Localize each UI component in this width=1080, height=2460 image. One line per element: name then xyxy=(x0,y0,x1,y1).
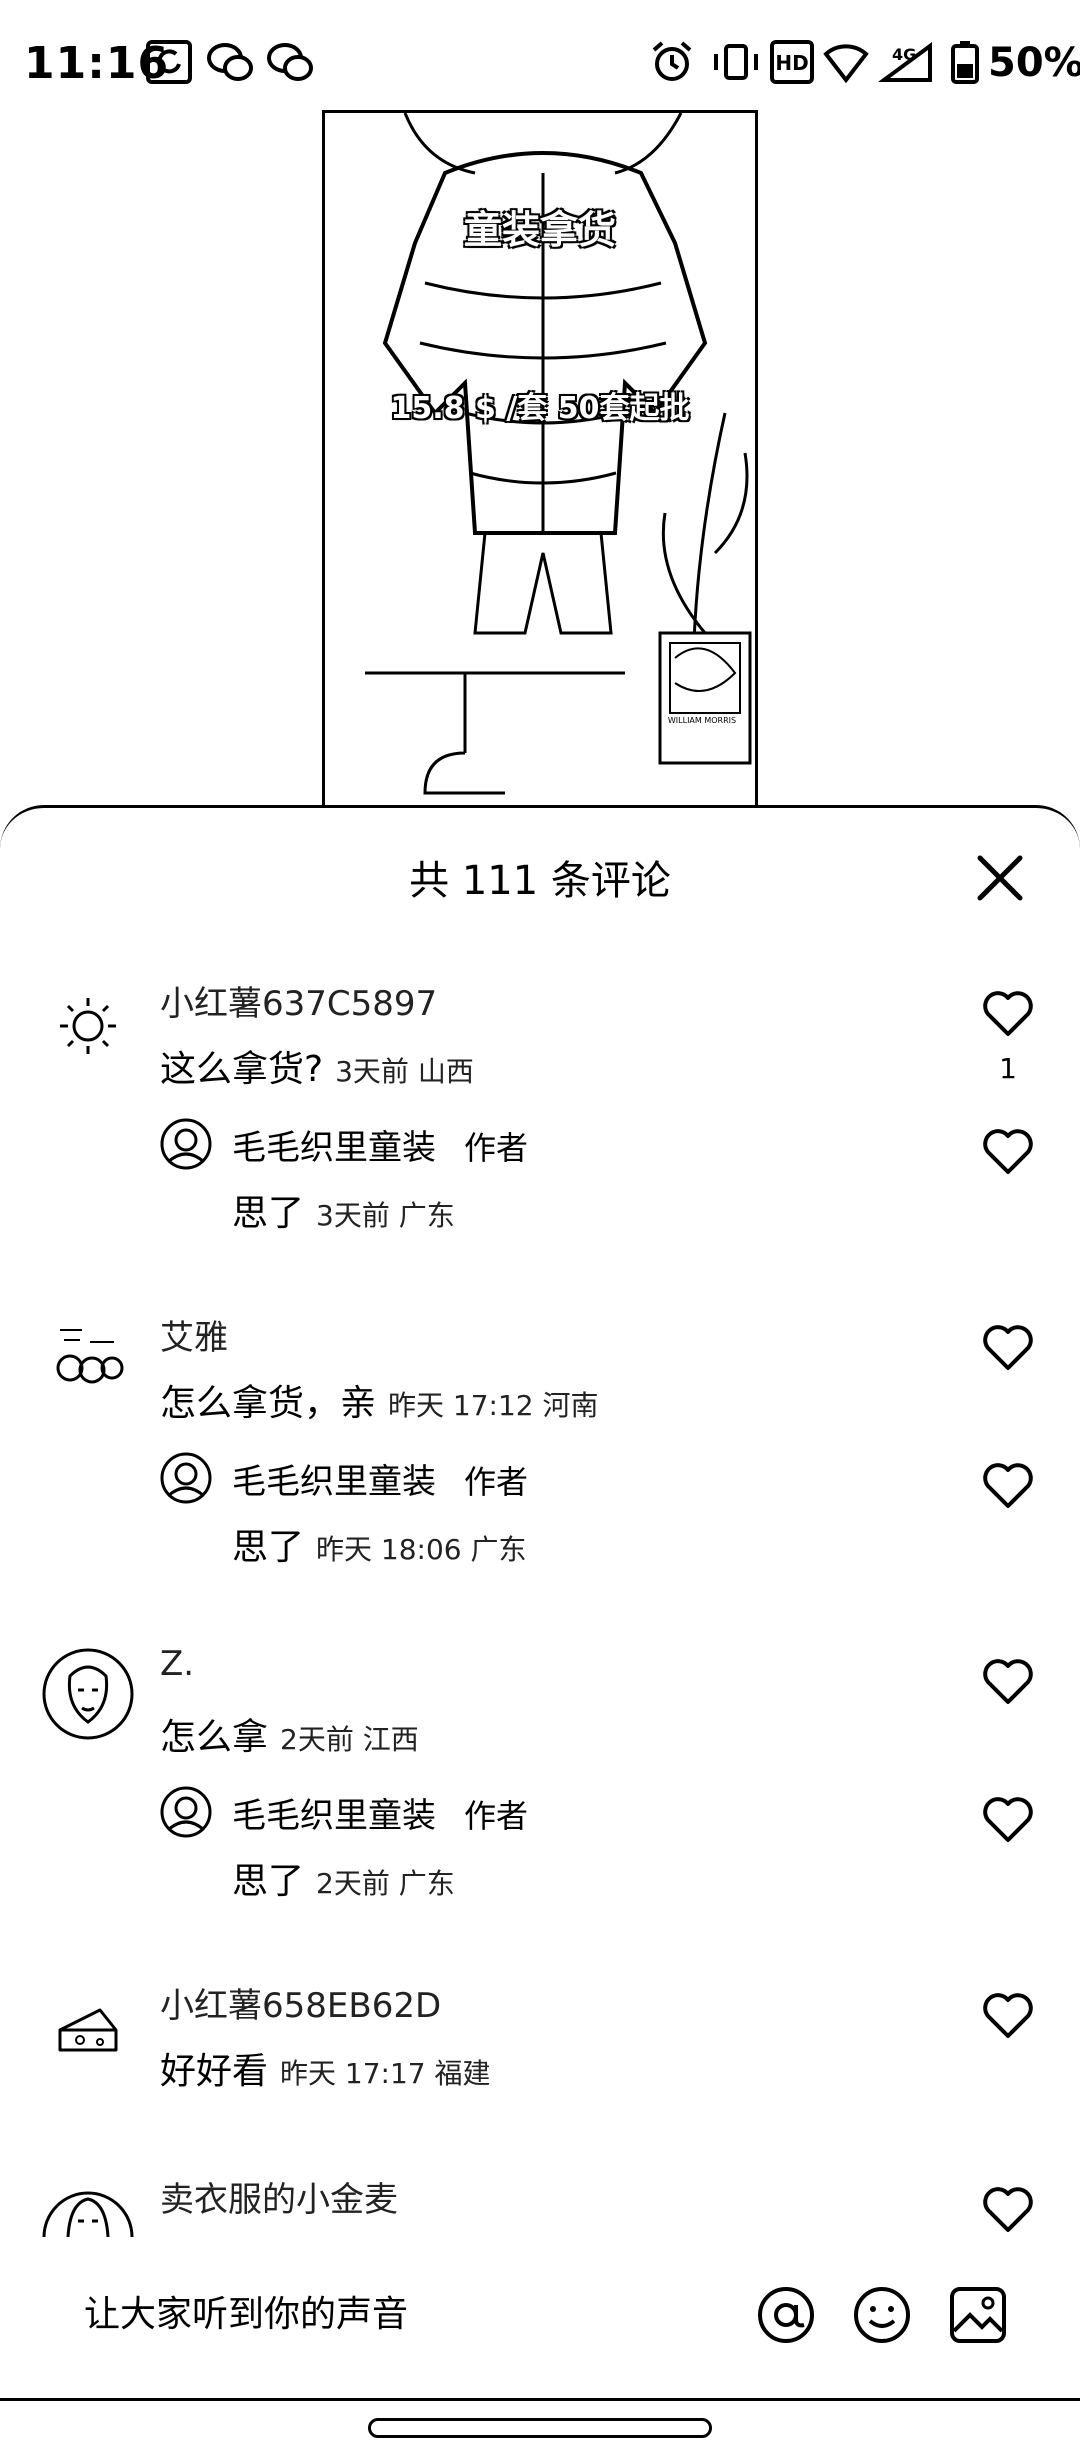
battery-icon xyxy=(951,41,979,84)
comment-text-row[interactable]: 好好看 昨天 17:17 福建 xyxy=(160,2042,491,2094)
heart-icon[interactable] xyxy=(980,1124,1036,1180)
sync-icon xyxy=(146,40,192,84)
reply-username: 毛毛织里童装 xyxy=(232,1462,436,1502)
comment-username[interactable]: 小红薯658EB62D xyxy=(160,1978,441,2027)
avatar[interactable] xyxy=(40,2173,136,2237)
heart-icon[interactable] xyxy=(980,1458,1036,1514)
avatar[interactable] xyxy=(158,1450,214,1506)
avatar[interactable] xyxy=(40,1646,136,1742)
close-icon[interactable] xyxy=(970,848,1030,908)
like-count: 1 xyxy=(999,1052,1017,1085)
comment-meta: 昨天 17:17 福建 xyxy=(280,2057,491,2090)
comment-username[interactable]: Z. xyxy=(160,1644,194,1684)
comment-text-row[interactable]: 怎么拿 2天前 江西 xyxy=(160,1708,419,1760)
svg-text:HD: HD xyxy=(775,51,808,75)
avatar[interactable] xyxy=(40,978,136,1074)
reply-meta: 2天前 广东 xyxy=(316,1867,455,1900)
reply-text-row[interactable]: 思了 3天前 广东 xyxy=(232,1184,455,1236)
comment-text-row[interactable]: 怎么拿货，亲 昨天 17:12 河南 xyxy=(160,1374,599,1426)
emoji-icon[interactable] xyxy=(852,2285,912,2345)
comment-username[interactable]: 艾雅 xyxy=(160,1310,228,1359)
author-tag: 作者 xyxy=(464,1129,529,1167)
reply-text: 思了 xyxy=(232,1527,305,1568)
author-tag: 作者 xyxy=(464,1797,529,1835)
heart-icon[interactable] xyxy=(980,1320,1036,1376)
reply-text: 思了 xyxy=(232,1861,305,1902)
hd-icon: HD xyxy=(770,40,814,84)
signal-4g-icon: 4G xyxy=(878,42,932,82)
avatar[interactable] xyxy=(40,1980,136,2076)
mention-icon[interactable] xyxy=(756,2285,816,2345)
comment-username[interactable]: 卖衣服的小金麦 xyxy=(160,2172,398,2221)
reply-text-row[interactable]: 思了 2天前 广东 xyxy=(232,1852,455,1904)
reply-username-row[interactable]: 毛毛织里童装 作者 xyxy=(232,1454,528,1503)
comment-meta: 昨天 17:12 河南 xyxy=(388,1389,599,1422)
wifi-icon xyxy=(823,44,869,84)
heart-icon[interactable] xyxy=(980,1988,1036,2044)
avatar[interactable] xyxy=(158,1784,214,1840)
comment-username[interactable]: 小红薯637C5897 xyxy=(160,976,437,1025)
home-indicator[interactable] xyxy=(368,2418,712,2438)
reply-username: 毛毛织里童装 xyxy=(232,1128,436,1168)
avatar[interactable] xyxy=(40,1308,136,1404)
wechat-icon xyxy=(207,43,253,81)
reply-username: 毛毛织里童装 xyxy=(232,1796,436,1836)
comments-title: 共 111 条评论 xyxy=(409,858,671,904)
reply-text-row[interactable]: 思了 昨天 18:06 广东 xyxy=(232,1518,527,1570)
video-caption-title: 童装拿货 xyxy=(463,208,616,252)
svg-text:4G: 4G xyxy=(892,45,916,64)
comment-input[interactable] xyxy=(82,2278,686,2350)
heart-icon[interactable] xyxy=(980,1792,1036,1848)
vibrate-icon xyxy=(714,44,758,80)
reply-text: 思了 xyxy=(232,1193,305,1234)
heart-icon[interactable] xyxy=(980,986,1036,1042)
poster-text: WILLIAM MORRIS xyxy=(667,716,737,725)
avatar[interactable] xyxy=(158,1116,214,1172)
divider xyxy=(0,2398,1080,2401)
alarm-icon xyxy=(652,41,692,81)
heart-icon[interactable] xyxy=(980,1654,1036,1710)
reply-username-row[interactable]: 毛毛织里童装 作者 xyxy=(232,1120,528,1169)
heart-icon[interactable] xyxy=(980,2182,1036,2238)
comments-sheet: 共 111 条评论 小红薯637C5897 这么拿货? 3天前 山西 1 毛毛织里… xyxy=(0,805,1080,2460)
comment-text: 好好看 xyxy=(160,2051,269,2092)
comment-text-row[interactable]: 这么拿货? 3天前 山西 xyxy=(160,1040,474,1092)
comment-text: 怎么拿货，亲 xyxy=(160,1383,377,1424)
comment-text: 这么拿货? xyxy=(160,1049,324,1090)
reply-username-row[interactable]: 毛毛织里童装 作者 xyxy=(232,1788,528,1837)
comment-meta: 3天前 山西 xyxy=(335,1055,474,1088)
comment-text: 怎么拿 xyxy=(160,1717,269,1758)
reply-meta: 3天前 广东 xyxy=(316,1199,455,1232)
video-caption-price: 15.8 $ /套 50套起批 xyxy=(390,391,690,426)
comment-meta: 2天前 江西 xyxy=(280,1723,419,1756)
video-player[interactable]: 童装拿货 15.8 $ /套 50套起批 WILLIAM MORRIS xyxy=(322,110,758,810)
comment-input-bar xyxy=(0,2260,1080,2370)
battery-level: 50% xyxy=(988,40,1080,86)
wechat-icon xyxy=(267,43,313,81)
author-tag: 作者 xyxy=(464,1463,529,1501)
reply-meta: 昨天 18:06 广东 xyxy=(316,1533,527,1566)
image-icon[interactable] xyxy=(948,2285,1008,2345)
